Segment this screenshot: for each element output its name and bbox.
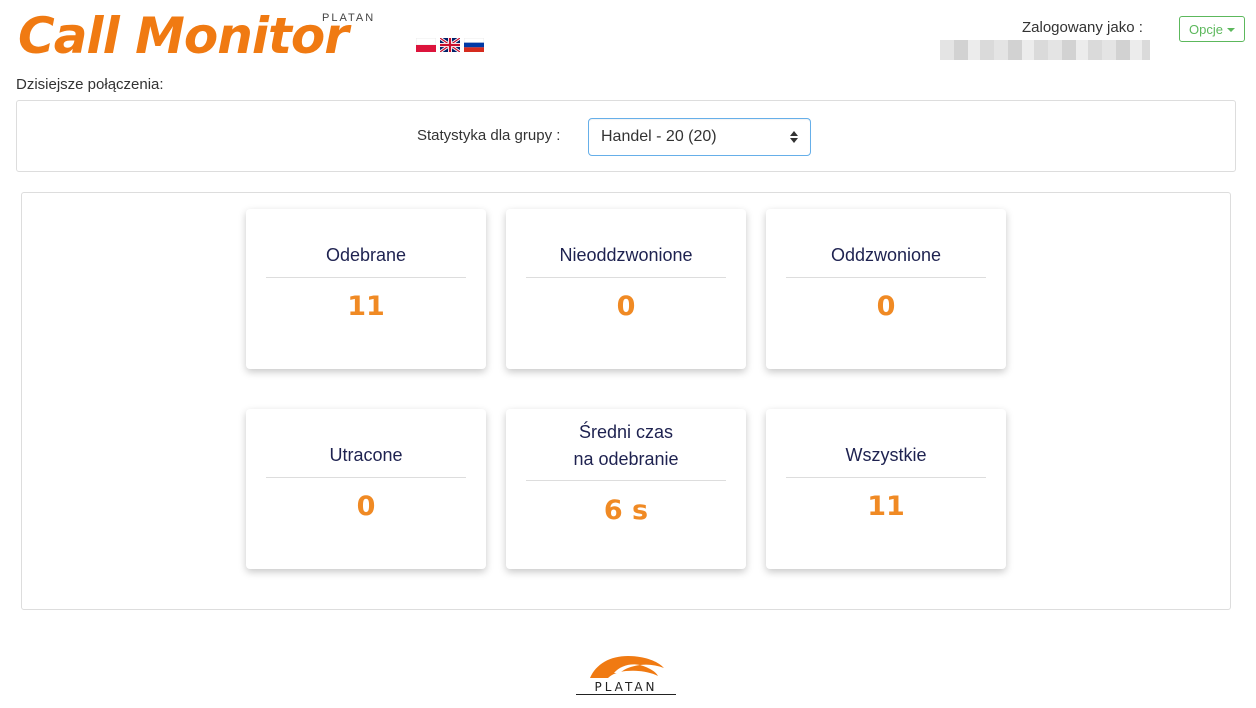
stat-card-divider [786, 477, 986, 478]
stat-card-avg-answer-time: Średni czas na odebranie 6 s [506, 409, 746, 569]
stat-card-value: 0 [356, 491, 376, 522]
language-selector [416, 38, 484, 52]
stat-card-divider [266, 477, 466, 478]
options-label: Opcje [1189, 21, 1223, 37]
stat-card-not-called-back: Nieoddzwonione 0 [506, 209, 746, 369]
stat-card-title: Średni czas na odebranie [573, 422, 679, 469]
username-redacted [940, 40, 1150, 60]
stat-card-title: Odebrane [325, 245, 407, 265]
call-monitor-page: Call Monitor PLATAN Zalogowany jako : Op… [0, 0, 1256, 708]
stat-card-title: Wszystkie [845, 445, 927, 465]
group-filter-label: Statystyka dla grupy : [417, 127, 561, 144]
options-dropdown-button[interactable]: Opcje [1179, 16, 1245, 42]
logo-text: Call Monitor [18, 7, 349, 65]
caret-down-icon [1226, 28, 1235, 32]
stat-card-value: 0 [616, 291, 636, 322]
stats-panel: Odebrane 11 Nieoddzwonione 0 Oddzwonione… [21, 192, 1231, 610]
stat-card-called-back: Oddzwonione 0 [766, 209, 1006, 369]
logged-in-label: Zalogowany jako : [1022, 19, 1143, 36]
stat-card-value: 6 s [603, 495, 649, 526]
stat-card-title: Utracone [329, 445, 403, 465]
stat-card-all: Wszystkie 11 [766, 409, 1006, 569]
group-select[interactable]: Handel - 20 (20) [588, 118, 811, 156]
stat-card-title: Nieoddzwonione [559, 245, 693, 265]
stat-card-answered: Odebrane 11 [246, 209, 486, 369]
group-select-value: Handel - 20 (20) [601, 128, 717, 145]
flag-pl-icon[interactable] [416, 38, 436, 52]
call-monitor-logo: Call Monitor PLATAN [18, 6, 408, 66]
logo-brand-text: PLATAN [322, 12, 376, 24]
flag-gb-icon[interactable] [440, 38, 460, 52]
stat-card-divider [786, 277, 986, 278]
platan-swoosh-icon [590, 656, 664, 678]
stat-card-divider [266, 277, 466, 278]
stat-card-divider [526, 277, 726, 278]
platan-footer-logo: PLATAN [574, 652, 678, 696]
group-filter-panel: Statystyka dla grupy : Handel - 20 (20) [16, 100, 1236, 172]
stat-card-title: Oddzwonione [830, 245, 942, 265]
stat-card-divider [526, 480, 726, 481]
stat-card-value: 11 [867, 491, 905, 522]
footer-logo-text: PLATAN [594, 680, 658, 694]
select-arrows-icon [790, 131, 798, 143]
flag-ru-icon[interactable] [464, 38, 484, 52]
footer-logo-underline [576, 694, 676, 695]
stat-card-lost: Utracone 0 [246, 409, 486, 569]
stat-card-value: 0 [876, 291, 896, 322]
section-title: Dzisiejsze połączenia: [16, 76, 164, 93]
stat-card-value: 11 [347, 291, 385, 322]
